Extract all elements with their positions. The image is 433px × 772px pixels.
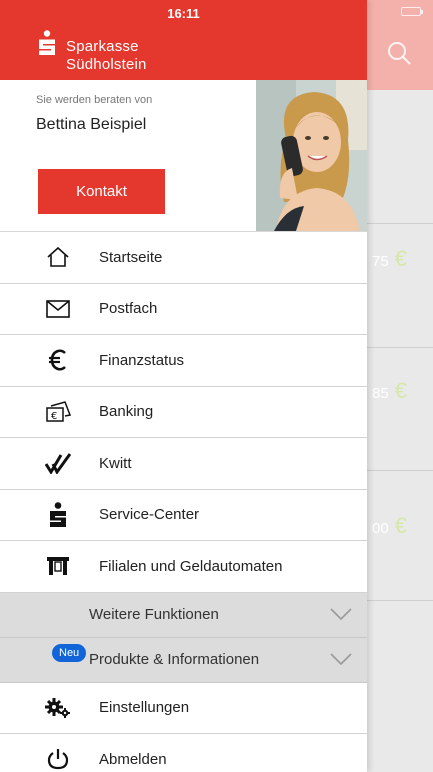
- home-icon: [45, 244, 71, 270]
- advisor-card: Sie werden beraten von Bettina Beispiel …: [0, 80, 367, 232]
- brand-line-1: Sparkasse: [66, 38, 139, 55]
- section-label: Weitere Funktionen: [89, 606, 219, 623]
- settings-icon: [45, 695, 71, 721]
- battery-icon: [401, 7, 423, 16]
- menu-item-label: Postfach: [99, 300, 158, 318]
- navigation-drawer: Sparkasse Südholstein 16:11 Sie werden b…: [0, 0, 367, 772]
- mail-icon: [45, 296, 71, 322]
- background-divider: [367, 347, 433, 348]
- euro-icon: [45, 347, 71, 373]
- brand-line-2: Südholstein: [66, 56, 147, 73]
- branch-icon: [45, 553, 71, 579]
- status-time: 16:11: [167, 6, 200, 21]
- menu-item-label: Kwitt: [99, 454, 132, 472]
- menu-item-label: Abmelden: [99, 750, 167, 768]
- section-weitere-funktionen[interactable]: Weitere Funktionen: [0, 592, 367, 638]
- new-badge: Neu: [52, 643, 87, 662]
- advisor-caption: Sie werden beraten von: [36, 94, 153, 106]
- menu-item-label: Finanzstatus: [99, 351, 185, 369]
- menu-item-filialen[interactable]: Filialen und Geldautomaten: [0, 541, 367, 593]
- brand-name: Sparkasse Südholstein: [66, 38, 147, 74]
- advisor-photo: [256, 80, 367, 231]
- background-divider: [367, 223, 433, 224]
- sparkasse-logo-icon: [39, 30, 55, 55]
- background-amount: 00 €: [372, 513, 407, 538]
- advisor-name: Bettina Beispiel: [36, 116, 147, 133]
- menu-item-finanzstatus[interactable]: Finanzstatus: [0, 335, 367, 387]
- chevron-down-icon: [330, 607, 352, 620]
- menu-item-service-center[interactable]: Service-Center: [0, 489, 367, 541]
- kwitt-icon: [45, 450, 71, 476]
- menu-item-startseite[interactable]: Startseite: [0, 232, 367, 284]
- menu-item-label: Banking: [99, 403, 154, 421]
- menu-item-banking[interactable]: € Banking: [0, 386, 367, 438]
- section-label: Produkte & Informationen: [89, 651, 260, 668]
- sparkasse-icon: [45, 501, 71, 528]
- menu-item-postfach[interactable]: Postfach: [0, 283, 367, 335]
- menu-item-abmelden[interactable]: Abmelden: [0, 734, 367, 772]
- banking-icon: €: [45, 399, 71, 425]
- background-amount: 85 €: [372, 378, 407, 403]
- menu-item-label: Startseite: [99, 248, 163, 266]
- chevron-down-icon: [330, 652, 352, 665]
- background-divider: [367, 600, 433, 601]
- section-produkte-informationen[interactable]: Neu Produkte & Informationen: [0, 637, 367, 683]
- search-icon[interactable]: [384, 38, 414, 68]
- menu-item-label: Filialen und Geldautomaten: [99, 557, 283, 575]
- background-amount: 75 €: [372, 246, 407, 271]
- background-divider: [367, 470, 433, 471]
- menu-item-kwitt[interactable]: Kwitt: [0, 438, 367, 490]
- menu-item-label: Service-Center: [99, 506, 200, 524]
- contact-button[interactable]: Kontakt: [38, 169, 165, 214]
- power-icon: [45, 746, 71, 772]
- svg-text:€: €: [51, 411, 57, 422]
- menu-item-einstellungen[interactable]: Einstellungen: [0, 682, 367, 734]
- menu-item-label: Einstellungen: [99, 699, 190, 717]
